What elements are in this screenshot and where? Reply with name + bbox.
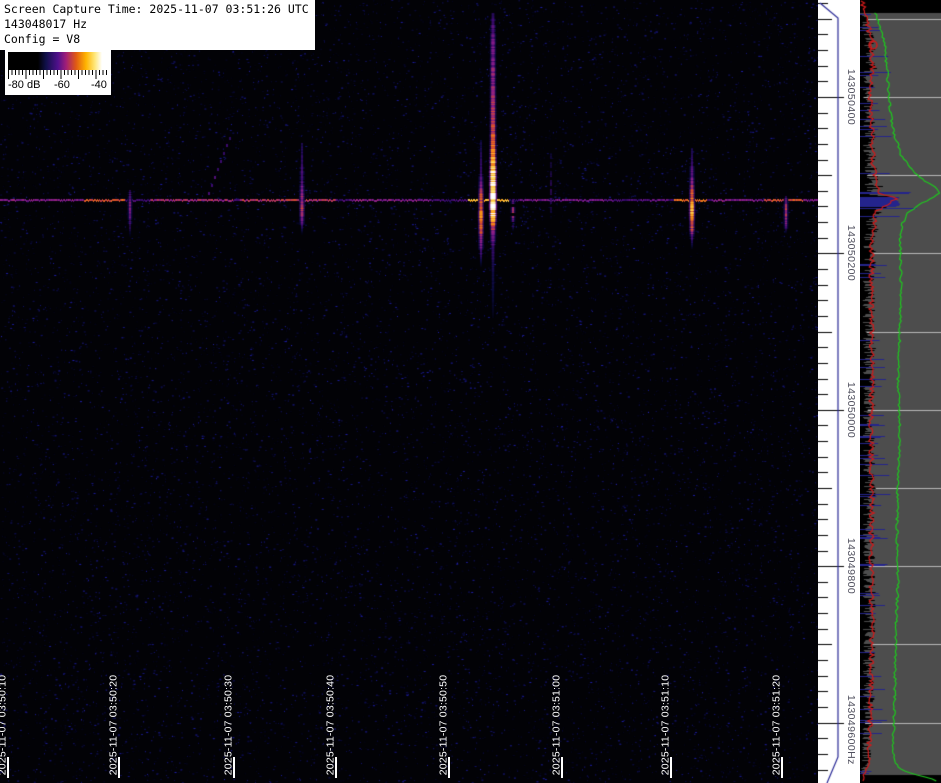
- colorbar-legend: -80 dB -60 -40: [5, 50, 111, 95]
- colorbar-gradient: [8, 52, 108, 70]
- colorbar-max-label: -40: [91, 79, 107, 91]
- spectrum-graph-panel: [860, 0, 941, 783]
- time-axis-tick: [233, 757, 235, 778]
- frequency-axis: 1430504001430502001430500001430498001430…: [818, 0, 860, 783]
- colorbar-ruler-ticks: [8, 70, 108, 79]
- time-axis-tick: [448, 757, 450, 778]
- spectrum-capture-screen: 2025-11-07 03:50:102025-11-07 03:50:2020…: [0, 0, 941, 783]
- waterfall-spectrogram: [0, 0, 818, 783]
- capture-info-panel: Screen Capture Time: 2025-11-07 03:51:26…: [0, 0, 315, 50]
- capture-time-text: Screen Capture Time: 2025-11-07 03:51:26…: [4, 2, 309, 17]
- time-axis-tick: [781, 757, 783, 778]
- time-axis-tick: [670, 757, 672, 778]
- time-axis-tick: [7, 757, 9, 778]
- time-axis-tick: [335, 757, 337, 778]
- time-axis-tick: [118, 757, 120, 778]
- colorbar-scale-labels: -80 dB -60 -40: [8, 79, 108, 93]
- time-axis-tick: [561, 757, 563, 778]
- colorbar-mid-label: -60: [54, 79, 70, 91]
- config-text: Config = V8: [4, 32, 309, 47]
- colorbar-min-label: -80 dB: [8, 79, 40, 91]
- frequency-axis-ticks: [818, 0, 860, 783]
- frequency-text: 143048017 Hz: [4, 17, 309, 32]
